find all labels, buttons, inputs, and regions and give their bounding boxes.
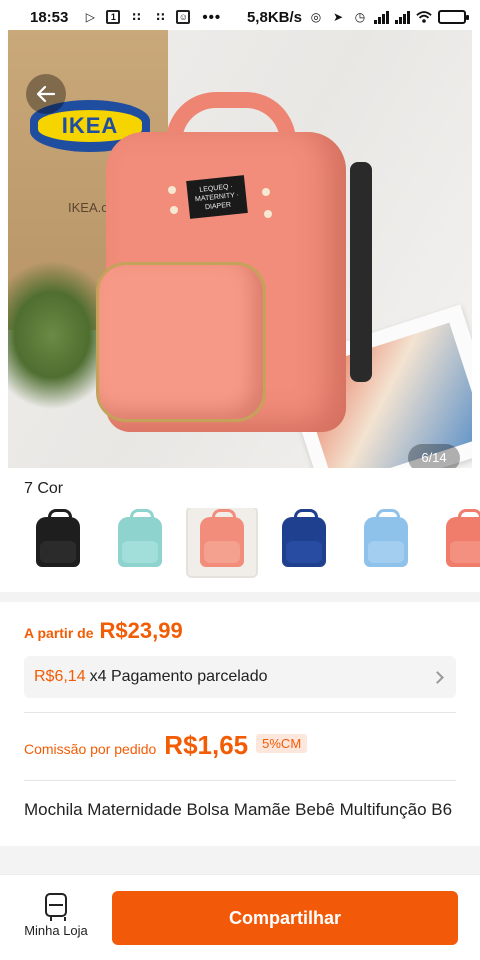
divider	[24, 712, 456, 713]
color-swatch-pink-photo[interactable]	[186, 508, 258, 578]
apps-icon: ∷	[132, 10, 141, 24]
bottom-action-bar: Minha Loja Compartilhar	[0, 874, 480, 960]
status-time: 18:53	[30, 8, 69, 26]
divider	[24, 780, 456, 781]
color-swatch-mint-pair[interactable]	[106, 508, 174, 576]
wifi-icon	[416, 9, 432, 25]
color-count-label: 7 Cor	[24, 480, 64, 497]
price-prefix: A partir de	[24, 625, 94, 641]
my-store-label: Minha Loja	[24, 923, 88, 938]
store-icon	[45, 893, 67, 921]
color-swatch-light-blue[interactable]	[352, 508, 420, 576]
apps-icon-2: ∷	[156, 10, 165, 24]
color-swatch-navy[interactable]	[270, 508, 338, 576]
alarm-icon: ◷	[354, 10, 366, 24]
my-store-button[interactable]: Minha Loja	[16, 893, 96, 949]
commission-row: Comissão por pedido R$1,65 5%CM	[24, 730, 308, 761]
calendar-icon: 1	[106, 10, 121, 24]
brand-label: LEQUEQ · MATERNITY · DIAPER	[186, 175, 248, 219]
play-icon: ▷	[85, 10, 95, 24]
location-icon: ➤	[332, 10, 344, 24]
more-notifications-icon: •••	[202, 8, 222, 26]
net-speed: 5,8KB/s	[246, 8, 302, 26]
share-button[interactable]: Compartilhar	[112, 891, 458, 945]
section-divider	[0, 846, 480, 874]
backpack-front-pocket	[96, 262, 266, 422]
image-counter: 6/14	[408, 444, 460, 468]
commission-value: R$1,65	[164, 730, 249, 760]
swatch-backpack-thumbnail	[200, 509, 244, 567]
status-notification-icons: ▷ 1 ∷ ∷ ☺ •••	[82, 9, 221, 26]
section-divider	[0, 592, 480, 602]
status-system-icons: 5,8KB/s ◎ ➤ ◷	[246, 8, 469, 26]
installment-label: x4 Pagamento parcelado	[89, 668, 268, 685]
color-swatch-salmon[interactable]	[434, 508, 480, 576]
shopee-icon: ☺	[176, 10, 191, 24]
product-backpack-image: LEQUEQ · MATERNITY · DIAPER	[96, 92, 372, 432]
signal-icon	[374, 10, 389, 24]
commission-label: Comissão por pedido	[24, 741, 157, 757]
battery-icon	[438, 10, 469, 24]
swatch-backpack-thumbnail	[446, 509, 480, 567]
installment-amount: R$6,14	[34, 668, 86, 685]
swatch-backpack-thumbnail	[364, 509, 408, 567]
status-bar: 18:53 ▷ 1 ∷ ∷ ☺ ••• 5,8KB/s ◎ ➤ ◷	[0, 0, 480, 34]
swatch-backpack-thumbnail	[36, 509, 80, 567]
data-saver-icon: ◎	[310, 10, 322, 24]
chevron-right-icon	[431, 670, 444, 684]
arrow-left-icon	[36, 85, 56, 103]
color-swatch-black[interactable]	[24, 508, 92, 576]
installment-row[interactable]: R$6,14 x4 Pagamento parcelado	[24, 656, 456, 698]
product-image-gallery[interactable]: IKEA IKEA.c LEQUEQ · MATERNITY · DIAPER …	[8, 30, 472, 468]
swatch-backpack-thumbnail	[118, 509, 162, 567]
signal-icon-2	[395, 10, 410, 24]
price-value: R$23,99	[99, 618, 183, 643]
commission-badge: 5%CM	[256, 734, 308, 753]
color-swatch-list	[24, 508, 480, 578]
swatch-backpack-thumbnail	[282, 509, 326, 567]
back-button[interactable]	[26, 74, 66, 114]
product-title: Mochila Maternidade Bolsa Mamãe Bebê Mul…	[24, 800, 453, 819]
price-row: A partir de R$23,99	[24, 618, 183, 644]
